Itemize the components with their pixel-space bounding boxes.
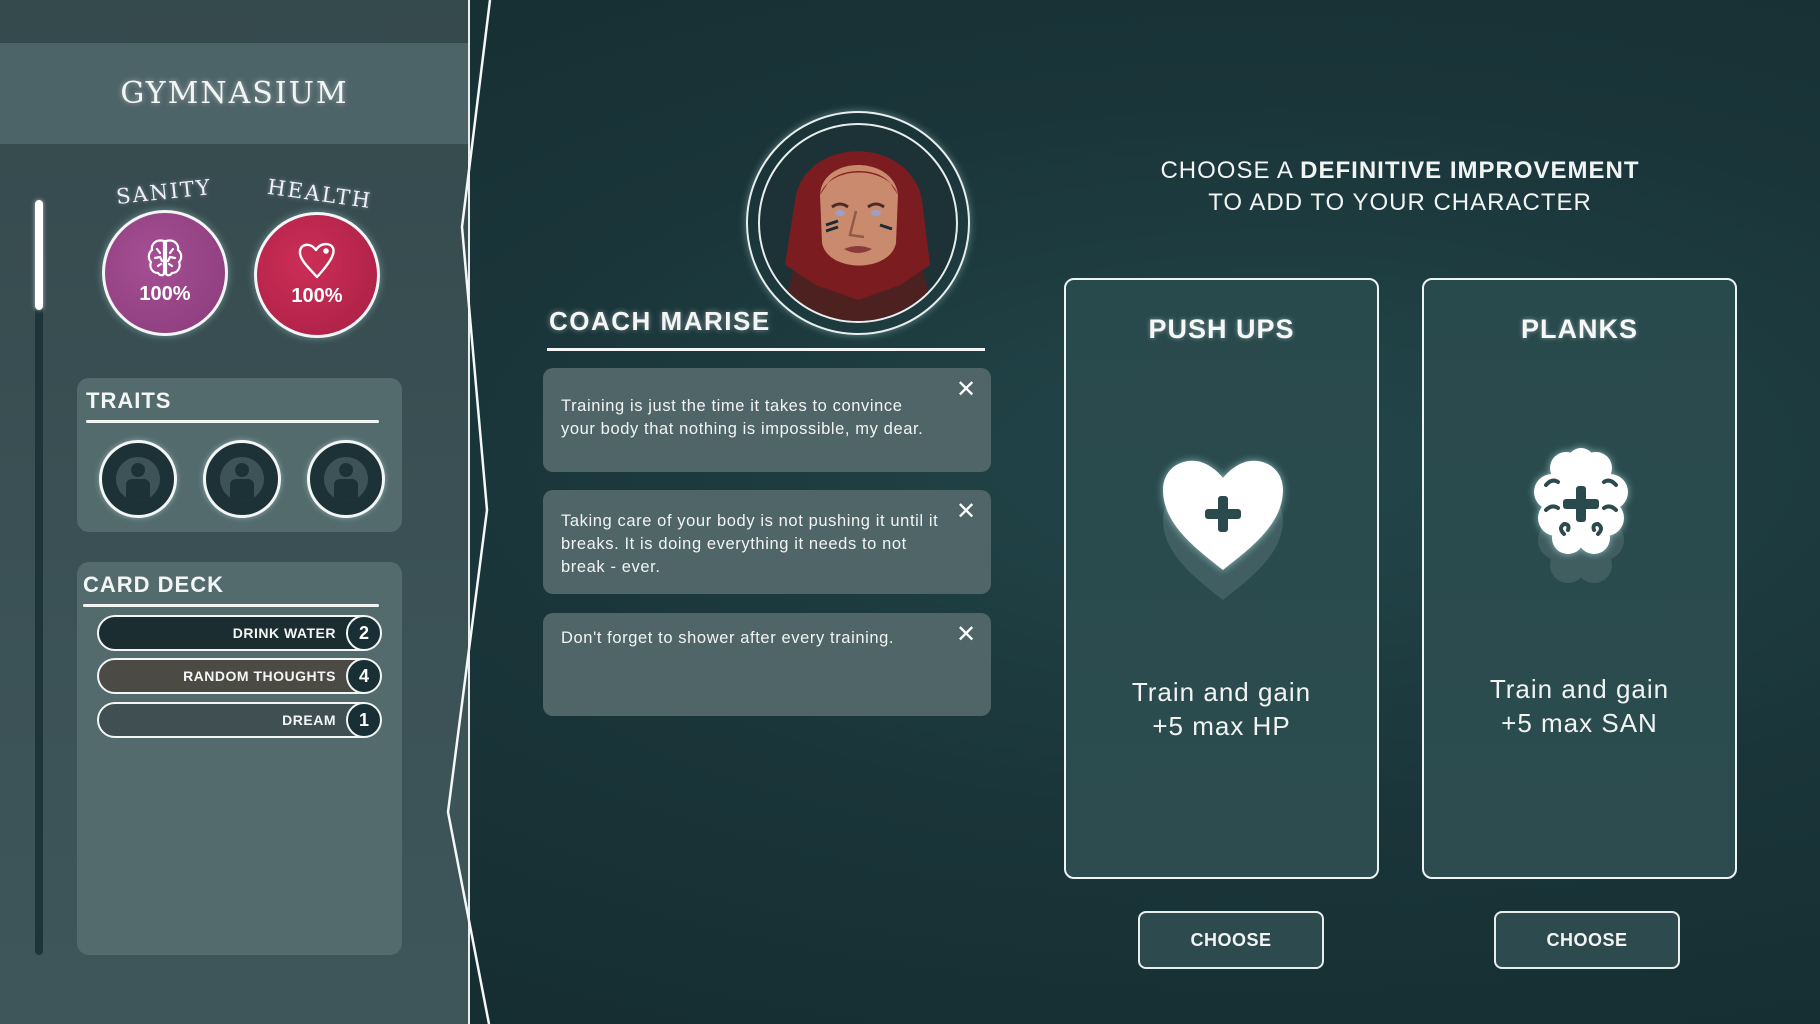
health-value: 100% bbox=[291, 285, 343, 307]
deck-item[interactable]: RANDOM THOUGHTS 4 bbox=[97, 658, 382, 694]
dialog-bubble: Don't forget to shower after every train… bbox=[543, 613, 991, 716]
hooded-woman-portrait-icon bbox=[780, 151, 936, 321]
choice-title: PLANKS bbox=[1520, 314, 1638, 344]
close-icon[interactable]: ✕ bbox=[955, 499, 977, 523]
location-title: GYMNASIUM bbox=[120, 76, 349, 111]
coach-portrait bbox=[746, 111, 970, 335]
choose-push-ups-button[interactable]: CHOOSE bbox=[1138, 911, 1324, 969]
choice-title: PUSH UPS bbox=[1148, 314, 1295, 344]
dialog-bubble: Taking care of your body is not pushing … bbox=[543, 490, 991, 594]
brain-icon bbox=[105, 235, 225, 285]
choice-prompt: CHOOSE A DEFINITIVE IMPROVEMENT TO ADD T… bbox=[1080, 155, 1720, 219]
choice-description-line: Train and gain bbox=[1131, 677, 1312, 707]
panel-divider bbox=[446, 0, 492, 1024]
deck-item-count: 1 bbox=[346, 704, 380, 736]
dialog-text: Training is just the time it takes to co… bbox=[561, 397, 924, 438]
prompt-line-2: TO ADD TO YOUR CHARACTER bbox=[1208, 189, 1592, 216]
coach-portrait-image bbox=[758, 123, 958, 323]
close-icon[interactable]: ✕ bbox=[955, 622, 977, 646]
health-stat: 100% bbox=[254, 212, 380, 338]
sanity-value: 100% bbox=[139, 283, 191, 305]
traits-divider bbox=[86, 420, 379, 423]
choice-bonus: +5 max SAN bbox=[1501, 708, 1658, 738]
deck-item-name: DREAM bbox=[282, 712, 336, 728]
deck-item-name: DRINK WATER bbox=[232, 625, 336, 641]
choice-description-line: Train and gain bbox=[1489, 674, 1670, 704]
deck-item-name: RANDOM THOUGHTS bbox=[183, 668, 336, 684]
trait-slot[interactable] bbox=[307, 440, 385, 518]
choice-card-push-ups[interactable]: PUSH UPS Train and gain +5 max HP bbox=[1064, 278, 1379, 879]
prompt-line-1: CHOOSE A DEFINITIVE IMPROVEMENT bbox=[1080, 155, 1720, 187]
heart-icon bbox=[257, 237, 377, 287]
brain-plus-icon bbox=[1506, 430, 1656, 610]
prompt-prefix: CHOOSE A bbox=[1160, 157, 1301, 184]
heart-plus-icon bbox=[1148, 430, 1298, 610]
sanity-label: SANITY bbox=[115, 175, 214, 209]
dialog-bubble: Training is just the time it takes to co… bbox=[543, 368, 991, 472]
deck-item[interactable]: DRINK WATER 2 bbox=[97, 615, 382, 651]
choice-description: Train and gain +5 max HP bbox=[1066, 675, 1377, 743]
traits-title: TRAITS bbox=[86, 388, 172, 413]
close-icon[interactable]: ✕ bbox=[955, 377, 977, 401]
traits-panel: TRAITS bbox=[77, 378, 402, 532]
scrollbar-thumb[interactable] bbox=[35, 200, 43, 310]
location-title-bar: GYMNASIUM bbox=[0, 43, 469, 144]
empty-trait-person-icon bbox=[324, 457, 368, 501]
coach-name-divider bbox=[547, 348, 985, 351]
card-deck-divider bbox=[83, 604, 379, 607]
choose-planks-button[interactable]: CHOOSE bbox=[1494, 911, 1680, 969]
deck-item[interactable]: DREAM 1 bbox=[97, 702, 382, 738]
trait-slot[interactable] bbox=[99, 440, 177, 518]
choice-card-planks[interactable]: PLANKS Train and gain +5 max SAN bbox=[1422, 278, 1737, 879]
choice-description: Train and gain +5 max SAN bbox=[1424, 672, 1735, 740]
dialog-text: Taking care of your body is not pushing … bbox=[561, 512, 939, 576]
scrollbar-track[interactable] bbox=[35, 200, 43, 955]
coach-name: COACH MARISE bbox=[549, 306, 771, 336]
card-deck-panel: CARD DECK DRINK WATER 2 RANDOM THOUGHTS … bbox=[77, 562, 402, 955]
card-deck-title: CARD DECK bbox=[83, 572, 224, 597]
prompt-emphasis: DEFINITIVE IMPROVEMENT bbox=[1300, 157, 1640, 184]
health-label: HEALTH bbox=[265, 174, 374, 214]
sanity-stat: 100% bbox=[102, 210, 228, 336]
empty-trait-person-icon bbox=[116, 457, 160, 501]
trait-slot[interactable] bbox=[203, 440, 281, 518]
left-panel: GYMNASIUM SANITY 100% HEALTH 100% TRAITS bbox=[0, 0, 469, 1024]
deck-item-count: 2 bbox=[346, 617, 380, 649]
choice-bonus: +5 max HP bbox=[1152, 711, 1291, 741]
deck-item-count: 4 bbox=[346, 660, 380, 692]
dialog-text: Don't forget to shower after every train… bbox=[561, 629, 895, 647]
empty-trait-person-icon bbox=[220, 457, 264, 501]
